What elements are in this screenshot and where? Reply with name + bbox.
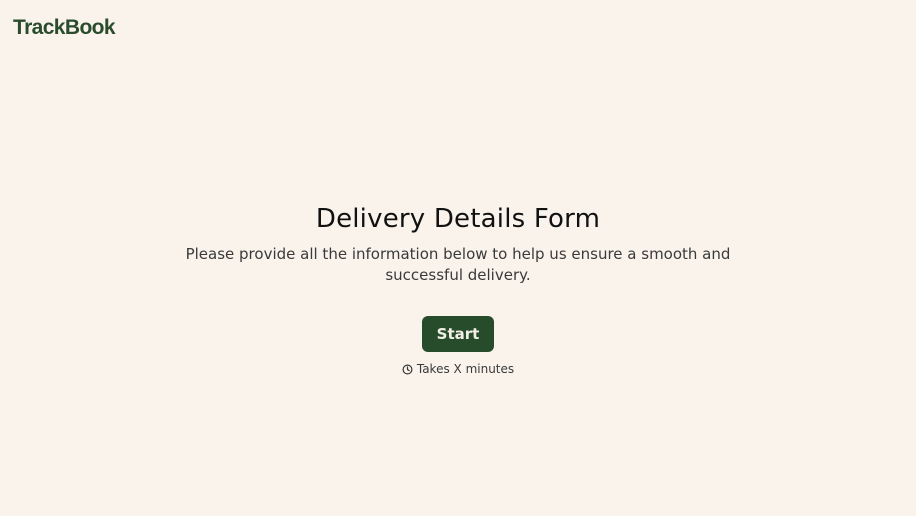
- duration-info: Takes X minutes: [0, 361, 916, 377]
- page-subtitle: Please provide all the information below…: [185, 245, 731, 284]
- duration-text: Takes X minutes: [416, 362, 515, 376]
- page-title: Delivery Details Form: [315, 204, 601, 234]
- clock-icon: [402, 364, 413, 375]
- intro-panel: Delivery Details Form Please provide all…: [0, 200, 916, 377]
- brand-logo: TrackBook: [13, 16, 116, 39]
- start-button[interactable]: Start: [421, 316, 495, 352]
